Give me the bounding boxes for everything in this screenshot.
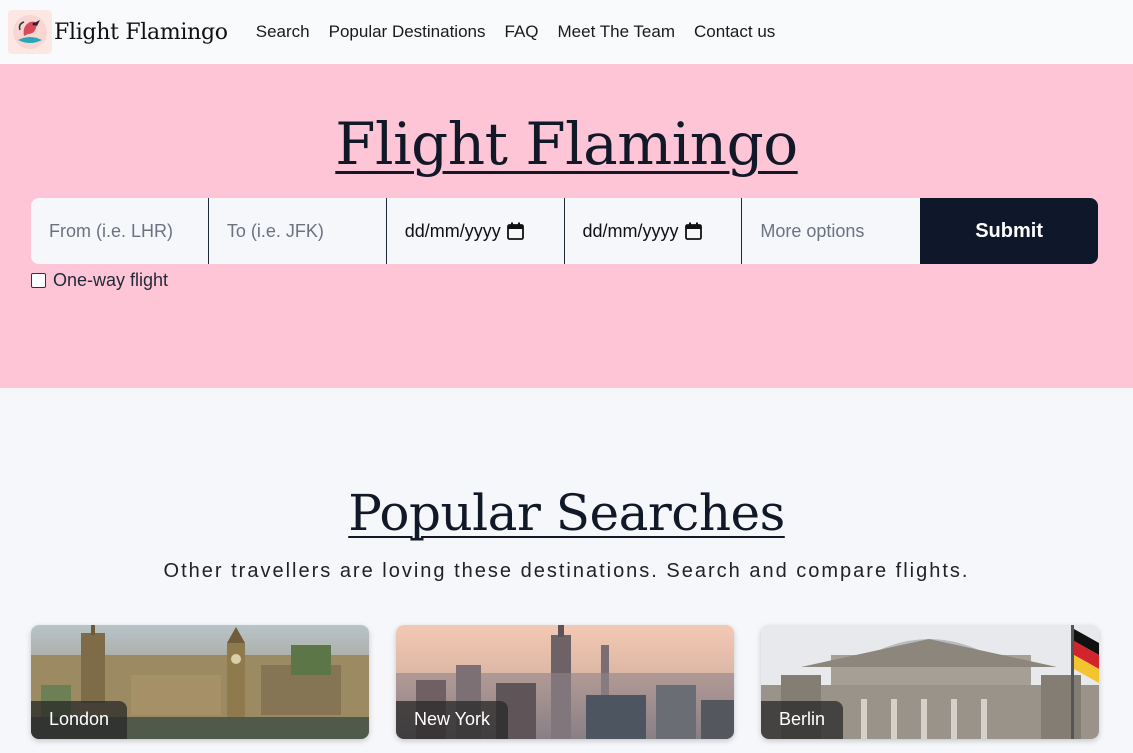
destination-card-label: New York	[396, 701, 509, 739]
top-navbar: Flight Flamingo Search Popular Destinati…	[0, 0, 1133, 64]
submit-button[interactable]: Submit	[920, 198, 1098, 264]
destination-card-label: Berlin	[761, 701, 844, 739]
calendar-icon[interactable]	[684, 222, 702, 240]
return-date-value: dd/mm/yyyy	[582, 220, 679, 241]
destination-card-berlin[interactable]: Berlin	[761, 625, 1099, 739]
nav-link-meet-the-team[interactable]: Meet The Team	[558, 22, 676, 42]
popular-searches-section: Popular Searches Other travellers are lo…	[0, 388, 1133, 739]
depart-date-input[interactable]: dd/mm/yyyy	[386, 198, 565, 264]
return-date-input[interactable]: dd/mm/yyyy	[564, 198, 743, 264]
popular-searches-subtitle: Other travellers are loving these destin…	[163, 560, 970, 582]
brand-logo-link[interactable]: Flight Flamingo	[8, 10, 228, 54]
destination-card-label: London	[31, 701, 128, 739]
nav-link-popular-destinations[interactable]: Popular Destinations	[329, 22, 486, 42]
destination-card-london[interactable]: London	[31, 625, 369, 739]
flamingo-logo-icon	[8, 10, 52, 54]
destination-card-new-york[interactable]: New York	[396, 625, 734, 739]
hero-title: Flight Flamingo	[335, 110, 798, 178]
flight-search-form: From (i.e. LHR) To (i.e. JFK) dd/mm/yyyy…	[31, 198, 1098, 264]
nav-link-contact-us[interactable]: Contact us	[694, 22, 775, 42]
depart-date-value: dd/mm/yyyy	[404, 220, 501, 241]
nav-link-faq[interactable]: FAQ	[505, 22, 539, 42]
from-input[interactable]: From (i.e. LHR)	[31, 198, 209, 264]
hero-section: Flight Flamingo From (i.e. LHR) To (i.e.…	[0, 64, 1133, 388]
popular-searches-title: Popular Searches	[348, 484, 785, 542]
more-options-input[interactable]: More options	[742, 198, 921, 264]
nav-links: Search Popular Destinations FAQ Meet The…	[256, 22, 795, 42]
nav-link-search[interactable]: Search	[256, 22, 310, 42]
oneway-label[interactable]: One-way flight	[53, 270, 168, 291]
brand-name: Flight Flamingo	[54, 19, 228, 45]
destination-cards: London New York Berlin	[31, 625, 1133, 739]
to-input[interactable]: To (i.e. JFK)	[208, 198, 387, 264]
oneway-checkbox[interactable]	[31, 273, 46, 288]
oneway-option: One-way flight	[31, 270, 1133, 291]
calendar-icon[interactable]	[506, 222, 524, 240]
